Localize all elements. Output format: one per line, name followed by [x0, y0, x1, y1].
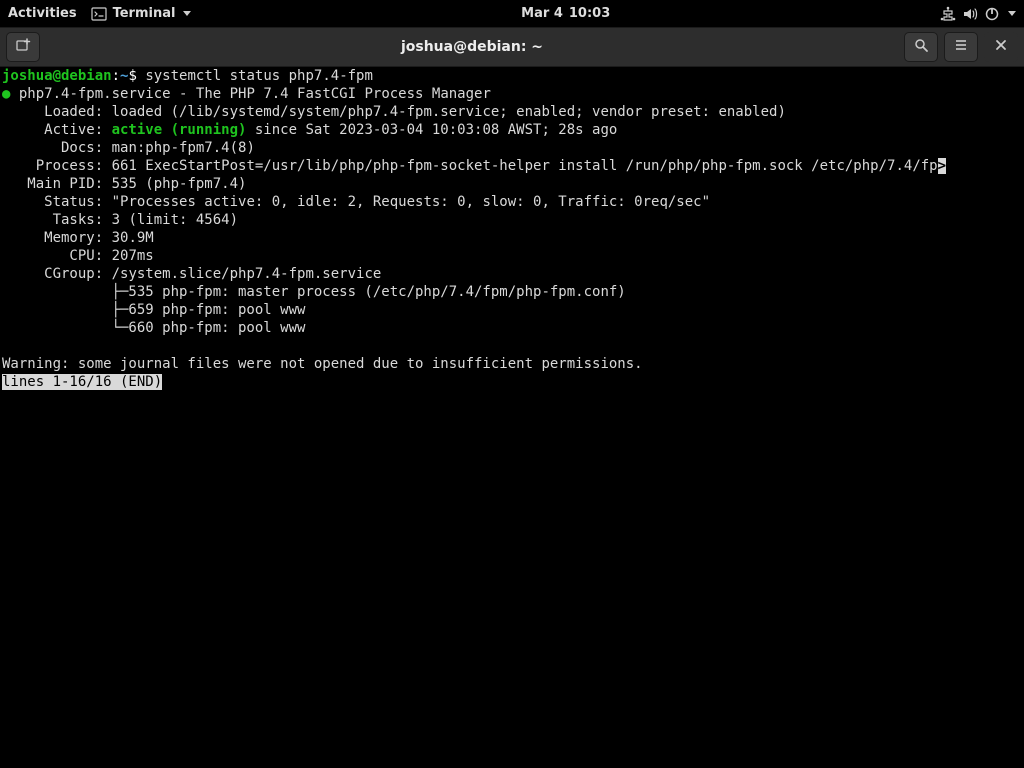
app-menu-label: Terminal — [113, 6, 176, 21]
process-value: 661 ExecStartPost=/usr/lib/php/php-fpm-s… — [103, 158, 937, 174]
command-text: systemctl status php7.4-fpm — [145, 68, 373, 84]
cgroup-tree-line: └─660 php-fpm: pool www — [2, 320, 305, 336]
svc-dash: - — [171, 86, 196, 102]
window-header-bar: joshua@debian: ~ — [0, 27, 1024, 67]
status-dot-icon: ● — [2, 86, 10, 102]
docs-key: Docs: — [2, 140, 103, 156]
window-title: joshua@debian: ~ — [40, 39, 904, 55]
status-key: Status: — [2, 194, 103, 210]
clock-date: Mar 4 — [521, 6, 563, 21]
mainpid-key: Main PID: — [2, 176, 103, 192]
app-menu[interactable]: Terminal — [91, 6, 192, 22]
journal-warning: Warning: some journal files were not ope… — [2, 356, 643, 372]
chevron-down-icon — [1008, 11, 1016, 16]
prompt-sep: : — [112, 68, 120, 84]
hamburger-icon — [953, 37, 969, 57]
memory-key: Memory: — [2, 230, 103, 246]
hamburger-menu-button[interactable] — [944, 32, 978, 62]
cgroup-key: CGroup: — [2, 266, 103, 282]
new-tab-icon — [15, 37, 31, 57]
volume-icon — [962, 6, 978, 22]
cpu-key: CPU: — [2, 248, 103, 264]
cgroup-tree-line: ├─659 php-fpm: pool www — [2, 302, 305, 318]
gnome-top-bar: Activities Terminal Mar 4 10:03 — [0, 0, 1024, 27]
activities-button[interactable]: Activities — [8, 6, 77, 21]
active-key: Active: — [2, 122, 112, 138]
docs-value: man:php-fpm7.4(8) — [103, 140, 255, 156]
prompt-userhost: joshua@debian — [2, 68, 112, 84]
clock-button[interactable]: Mar 4 10:03 — [521, 6, 610, 21]
active-since: since Sat 2023-03-04 10:03:08 AWST; 28s … — [246, 122, 617, 138]
loaded-value: loaded (/lib/systemd/system/php7.4-fpm.s… — [103, 104, 786, 120]
loaded-key: Loaded: — [2, 104, 103, 120]
close-icon — [994, 38, 1008, 56]
network-icon — [940, 6, 956, 22]
svc-description: The PHP 7.4 FastCGI Process Manager — [196, 86, 491, 102]
tasks-value: 3 (limit: 4564) — [103, 212, 238, 228]
chevron-down-icon — [183, 11, 191, 16]
system-menu[interactable] — [940, 6, 1016, 22]
terminal-icon — [91, 6, 107, 22]
mainpid-value: 535 (php-fpm7.4) — [103, 176, 246, 192]
search-icon — [913, 37, 929, 57]
new-tab-button[interactable] — [6, 32, 40, 62]
tasks-key: Tasks: — [2, 212, 103, 228]
cpu-value: 207ms — [103, 248, 154, 264]
svc-unit-name: php7.4-fpm.service — [19, 86, 171, 102]
active-state: active (running) — [112, 122, 247, 138]
process-key: Process: — [2, 158, 103, 174]
status-value: "Processes active: 0, idle: 2, Requests:… — [103, 194, 710, 210]
terminal-viewport[interactable]: joshua@debian:~$ systemctl status php7.4… — [0, 67, 1024, 768]
line-truncation-marker: > — [938, 158, 946, 174]
clock-time: 10:03 — [569, 6, 610, 21]
prompt-dollar: $ — [128, 68, 136, 84]
power-icon — [984, 6, 1000, 22]
activities-label: Activities — [8, 6, 77, 21]
pager-status: lines 1-16/16 (END) — [2, 374, 162, 390]
cgroup-tree-line: ├─535 php-fpm: master process (/etc/php/… — [2, 284, 626, 300]
cgroup-value: /system.slice/php7.4-fpm.service — [103, 266, 381, 282]
search-button[interactable] — [904, 32, 938, 62]
window-close-button[interactable] — [984, 32, 1018, 62]
memory-value: 30.9M — [103, 230, 154, 246]
